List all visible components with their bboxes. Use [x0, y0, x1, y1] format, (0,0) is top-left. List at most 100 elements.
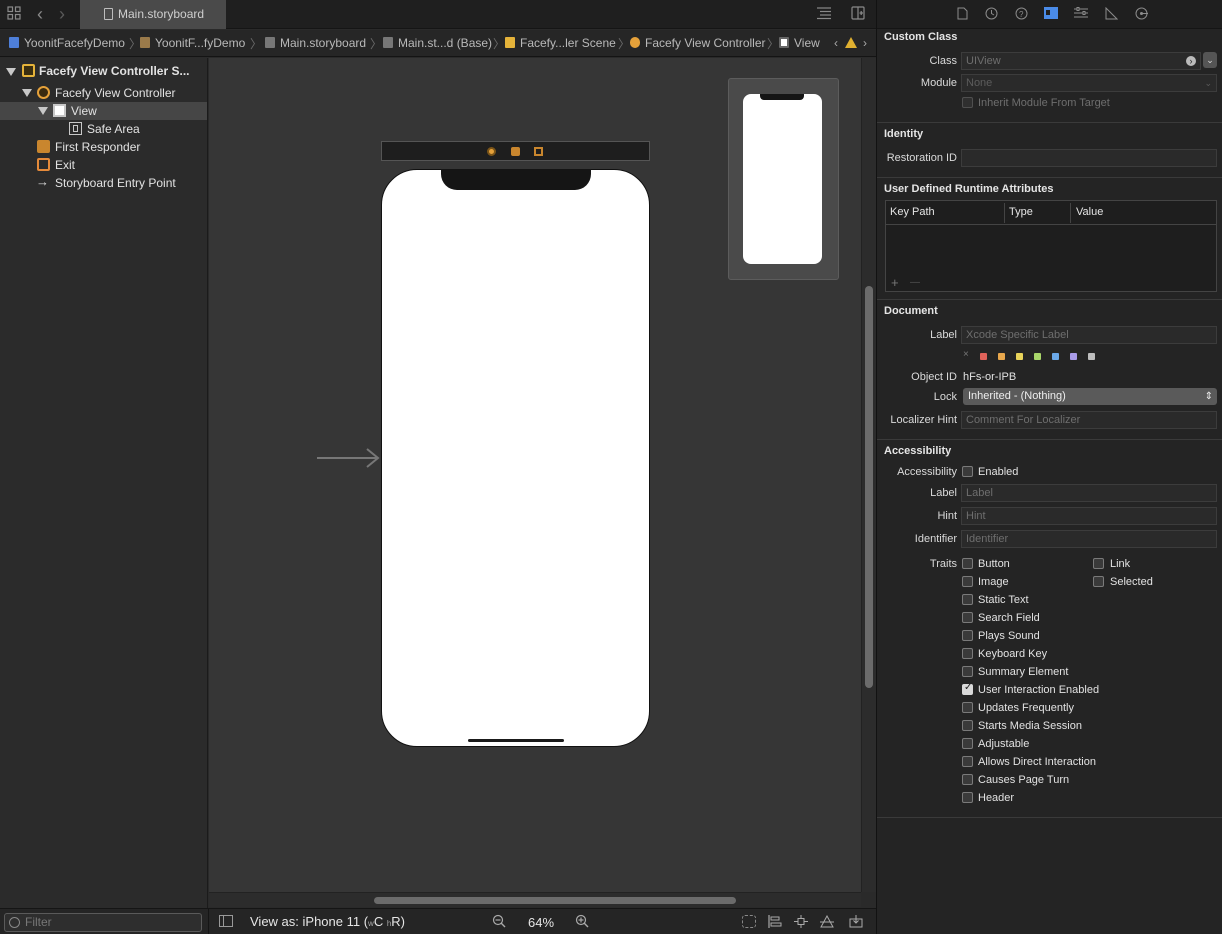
trait-checkbox[interactable]	[962, 612, 973, 623]
disclosure-triangle-icon[interactable]	[38, 107, 48, 115]
forward-arrow-icon[interactable]: ›	[54, 5, 70, 23]
trait-checkbox[interactable]	[962, 756, 973, 767]
trait-label: Adjustable	[978, 738, 1030, 750]
resolve-issues-icon[interactable]	[820, 914, 834, 928]
trait-checkbox[interactable]	[962, 702, 973, 713]
connections-inspector-icon[interactable]	[1134, 7, 1148, 21]
horizontal-scroll-thumb[interactable]	[374, 897, 736, 904]
editor-options-icon[interactable]	[816, 6, 832, 22]
attributes-inspector-icon[interactable]	[1074, 7, 1088, 21]
update-frames-icon[interactable]	[742, 915, 756, 928]
restoration-id-field[interactable]	[961, 149, 1217, 167]
history-inspector-icon[interactable]	[984, 7, 998, 21]
embed-in-icon[interactable]	[849, 915, 863, 928]
clear-color-icon[interactable]: ×	[963, 349, 969, 360]
tab-main-storyboard[interactable]: Main.storyboard	[80, 0, 226, 29]
remove-attribute-button[interactable]: —	[910, 277, 920, 288]
trait-checkbox[interactable]	[1093, 576, 1104, 587]
selected-row[interactable]	[0, 102, 207, 120]
accessibility-identifier-field[interactable]: Identifier	[961, 530, 1217, 548]
breadcrumb-view[interactable]: View	[779, 36, 820, 50]
storyboard-canvas[interactable]	[209, 58, 861, 892]
zoom-in-icon[interactable]	[575, 914, 589, 928]
view-controller-dock-icon[interactable]	[487, 147, 496, 156]
exit-dock-icon[interactable]	[534, 147, 543, 156]
trait-checkbox[interactable]	[962, 738, 973, 749]
breadcrumb-folder[interactable]: YoonitF...fyDemo	[140, 36, 245, 50]
size-inspector-icon[interactable]	[1104, 6, 1118, 21]
trait-checkbox[interactable]	[1093, 558, 1104, 569]
view-as-button[interactable]: View as: iPhone 11 (wC hR)	[250, 914, 405, 929]
trait-checkbox[interactable]	[962, 682, 973, 695]
toggle-outline-icon[interactable]	[219, 915, 233, 927]
align-icon[interactable]	[768, 915, 782, 928]
vertical-scroll-thumb[interactable]	[865, 286, 873, 688]
column-key-path[interactable]: Key Path	[890, 206, 935, 218]
trait-checkbox[interactable]	[962, 720, 973, 731]
identity-inspector-icon[interactable]	[1044, 7, 1058, 21]
module-field[interactable]: None ⌄	[961, 74, 1217, 92]
trait-checkbox[interactable]	[962, 774, 973, 785]
accessibility-enabled-checkbox[interactable]	[962, 466, 973, 477]
trait-checkbox[interactable]	[962, 594, 973, 605]
outline-item-entry-point[interactable]: Storyboard Entry Point	[55, 174, 176, 192]
outline-item-exit[interactable]: Exit	[55, 156, 75, 174]
entry-point-arrow[interactable]	[317, 448, 381, 468]
go-to-class-icon[interactable]: ›	[1186, 56, 1196, 66]
grid-icon[interactable]	[6, 6, 22, 22]
zoom-out-icon[interactable]	[492, 914, 506, 928]
device-frame[interactable]	[381, 169, 650, 747]
issue-forward-icon[interactable]: ›	[863, 36, 867, 50]
horizontal-scrollbar[interactable]	[209, 892, 861, 907]
filter-input[interactable]: Filter	[4, 913, 202, 932]
breadcrumb-base[interactable]: Main.st...d (Base)	[383, 36, 492, 50]
file-inspector-icon[interactable]	[955, 7, 969, 21]
disclosure-triangle-icon[interactable]	[6, 68, 16, 76]
trait-checkbox[interactable]	[962, 558, 973, 569]
trait-checkbox[interactable]	[962, 666, 973, 677]
trait-checkbox[interactable]	[962, 648, 973, 659]
warning-icon[interactable]	[845, 37, 857, 48]
first-responder-dock-icon[interactable]	[511, 147, 520, 156]
help-inspector-icon[interactable]: ?	[1014, 7, 1028, 21]
add-constraints-icon[interactable]	[794, 915, 808, 928]
accessibility-label-field[interactable]: Label	[961, 484, 1217, 502]
disclosure-triangle-icon[interactable]	[22, 89, 32, 97]
trait-checkbox[interactable]	[962, 630, 973, 641]
outline-item-safe-area[interactable]: Safe Area	[87, 120, 140, 138]
outline-item-first-responder[interactable]: First Responder	[55, 138, 140, 156]
back-arrow-icon[interactable]: ‹	[32, 5, 48, 23]
trait-checkbox[interactable]	[962, 576, 973, 587]
class-field[interactable]: UIView ›	[961, 52, 1201, 70]
outline-item-view-controller[interactable]: Facefy View Controller	[55, 84, 176, 102]
lock-popup[interactable]: Inherited - (Nothing) ⇕	[963, 388, 1217, 405]
document-label-field[interactable]: Xcode Specific Label	[961, 326, 1217, 344]
breadcrumb-view-controller[interactable]: Facefy View Controller	[630, 36, 766, 50]
breadcrumb-storyboard[interactable]: Main.storyboard	[265, 36, 366, 50]
color-swatch-orange[interactable]	[998, 353, 1005, 360]
runtime-attributes-table[interactable]: Key Path Type Value + —	[885, 200, 1217, 292]
color-swatch-green[interactable]	[1034, 353, 1041, 360]
class-dropdown-button[interactable]: ⌄	[1203, 52, 1217, 68]
color-swatch-red[interactable]	[980, 353, 987, 360]
color-swatch-yellow[interactable]	[1016, 353, 1023, 360]
column-value[interactable]: Value	[1076, 206, 1103, 218]
color-swatch-blue[interactable]	[1052, 353, 1059, 360]
add-attribute-button[interactable]: +	[891, 275, 899, 290]
breadcrumb-project[interactable]: YoonitFacefyDemo	[9, 36, 125, 50]
scene-dock[interactable]	[381, 141, 650, 161]
outline-item-scene[interactable]: Facefy View Controller S...	[39, 62, 190, 80]
issue-back-icon[interactable]: ‹	[834, 36, 838, 50]
inherit-module-checkbox[interactable]	[962, 97, 973, 108]
trait-checkbox[interactable]	[962, 792, 973, 803]
color-swatch-purple[interactable]	[1070, 353, 1077, 360]
minimap[interactable]	[728, 78, 839, 280]
column-type[interactable]: Type	[1009, 206, 1033, 218]
add-editor-icon[interactable]	[850, 6, 866, 22]
breadcrumb-scene[interactable]: Facefy...ler Scene	[505, 36, 616, 50]
accessibility-hint-field[interactable]: Hint	[961, 507, 1217, 525]
localizer-hint-field[interactable]: Comment For Localizer	[961, 411, 1217, 429]
vertical-scrollbar[interactable]	[861, 58, 876, 892]
outline-item-view[interactable]: View	[71, 102, 97, 120]
color-swatch-gray[interactable]	[1088, 353, 1095, 360]
